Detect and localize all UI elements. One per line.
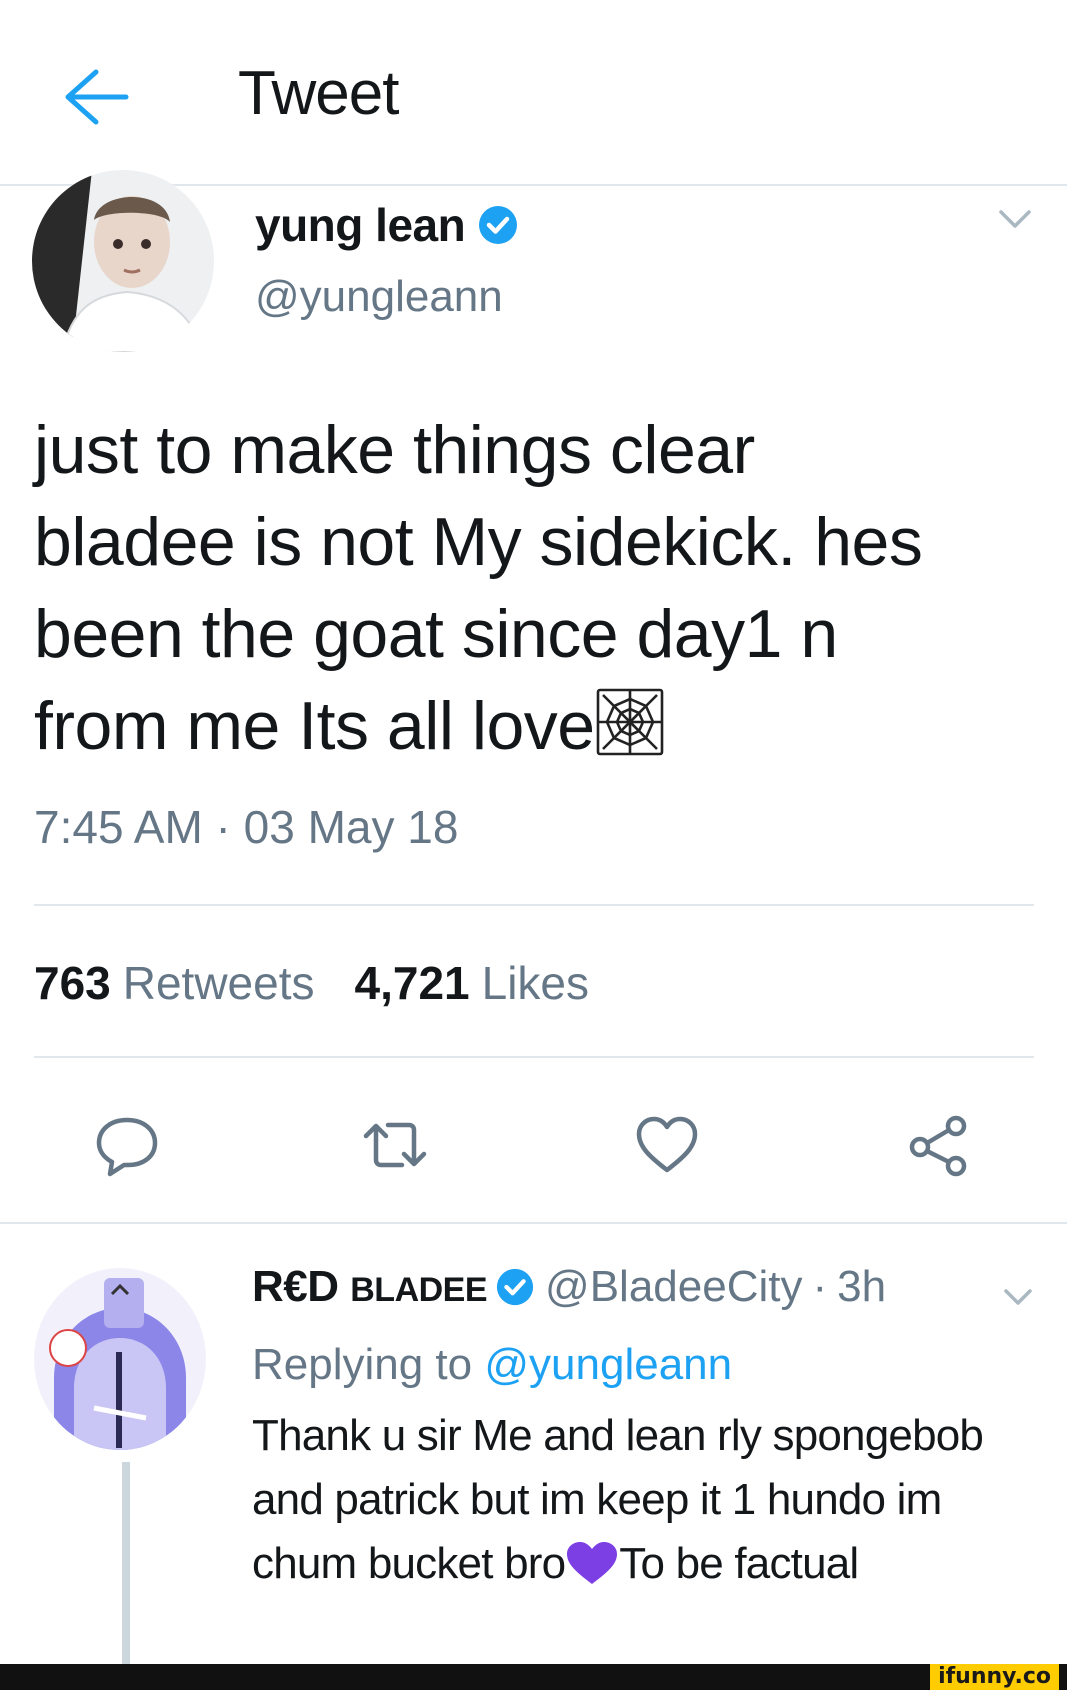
author-handle[interactable]: @yungleann <box>255 272 503 322</box>
heart-icon[interactable] <box>632 1110 702 1180</box>
likes-label: Likes <box>481 957 590 1009</box>
verified-badge-icon <box>496 1268 534 1306</box>
reply-time[interactable]: 3h <box>837 1262 886 1312</box>
retweets-count: 763 <box>34 957 111 1009</box>
chevron-down-icon[interactable] <box>1000 1286 1036 1310</box>
likes-stat[interactable]: 4,721 Likes <box>355 956 590 1010</box>
separator: · <box>812 1262 828 1311</box>
share-icon[interactable] <box>904 1110 974 1180</box>
tweet-text-line: just to make things clear <box>34 412 755 488</box>
tweet-text-line: bladee is not My sidekick. hes <box>34 504 923 580</box>
reply-header: R€D BLADEE @BladeeCity · 3h <box>252 1262 886 1312</box>
tweet-timestamp: 7:45 AM · 03 May 18 <box>34 801 459 853</box>
author-name[interactable]: yung lean <box>255 198 466 252</box>
reply-text-after: To be factual <box>619 1539 859 1588</box>
top-bar: Tweet <box>0 0 1067 186</box>
footer-bar <box>0 1664 1067 1690</box>
replying-handle-link[interactable]: @yungleann <box>484 1340 732 1389</box>
tweet-text-line: from me Its all love <box>34 688 595 764</box>
tweet-author[interactable]: yung lean <box>255 198 519 252</box>
tweet-stats: 763 Retweets 4,721 Likes <box>34 956 589 1010</box>
watermark: ifunny.co <box>930 1664 1059 1690</box>
chevron-down-icon[interactable] <box>995 206 1035 234</box>
thread-line <box>122 1462 130 1668</box>
verified-badge-icon <box>479 206 518 244</box>
reply-text: Thank u sir Me and lean rly spongebob an… <box>252 1404 1042 1596</box>
reply-author-name[interactable]: R€D BLADEE <box>252 1262 488 1312</box>
divider <box>0 1222 1067 1224</box>
likes-count: 4,721 <box>354 957 470 1009</box>
reply-author-name-prefix: R€D <box>252 1262 351 1311</box>
page-title: Tweet <box>238 59 399 128</box>
retweets-label: Retweets <box>122 957 315 1009</box>
arrow-left-icon[interactable] <box>60 66 132 128</box>
avatar[interactable] <box>32 170 214 352</box>
divider <box>34 1056 1034 1058</box>
replying-label: Replying to <box>252 1340 473 1389</box>
retweets-stat[interactable]: 763 Retweets <box>34 956 315 1010</box>
divider <box>34 904 1034 906</box>
tweet-text: just to make things clear bladee is not … <box>34 404 1044 772</box>
reply-avatar[interactable] <box>34 1268 206 1450</box>
reply-author-name-rest: BLADEE <box>350 1271 488 1309</box>
reply-author-handle[interactable]: @BladeeCity <box>545 1262 802 1312</box>
reply-icon[interactable] <box>92 1110 162 1180</box>
spider-web-icon <box>596 688 663 756</box>
tweet-text-line-last: from me Its all love <box>34 680 1044 772</box>
tweet-text-line: been the goat since day1 n <box>34 596 838 672</box>
retweet-icon[interactable] <box>360 1110 430 1180</box>
purple-heart-icon <box>567 1542 618 1584</box>
replying-to: Replying to @yungleann <box>252 1340 732 1390</box>
